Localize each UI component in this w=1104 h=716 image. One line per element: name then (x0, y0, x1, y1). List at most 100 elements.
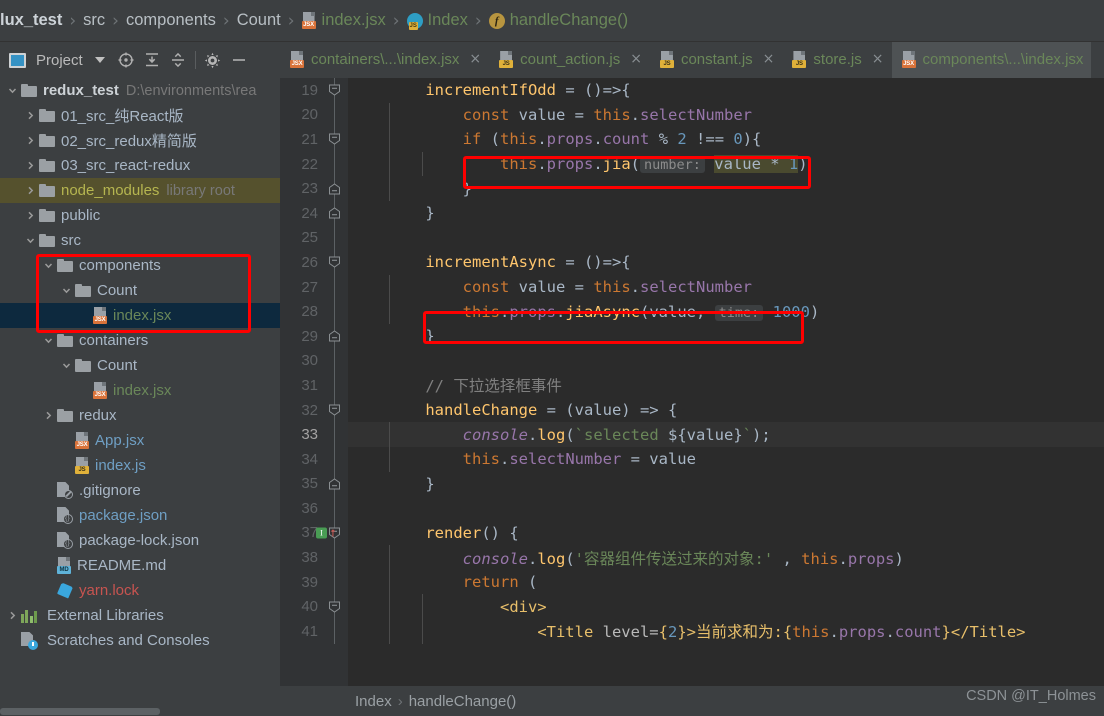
editor-tab[interactable]: JS count_action.js × (489, 42, 650, 78)
code-text[interactable]: this.props.jiaAsync(value, time: 1000) (348, 299, 1104, 324)
chevron-down-icon[interactable] (42, 334, 55, 347)
code-line[interactable]: 29 } (280, 323, 1104, 349)
code-line[interactable]: 34 this.selectNumber = value (280, 446, 1104, 472)
code-line[interactable]: 28 this.props.jiaAsync(value, time: 1000… (280, 299, 1104, 324)
nav-item[interactable]: handleChange() (409, 693, 517, 710)
code-text[interactable]: return ( (348, 569, 1104, 595)
tree-row[interactable]: containers (0, 328, 280, 353)
fold-collapse-icon[interactable] (328, 600, 341, 613)
code-text[interactable]: this.selectNumber = value (348, 446, 1104, 472)
code-line[interactable]: 26 incrementAsync = ()=>{ (280, 250, 1104, 275)
tree-row[interactable]: JS index.js (0, 453, 280, 478)
code-text[interactable]: // 下拉选择框事件 (348, 373, 1104, 398)
code-text[interactable]: handleChange = (value) => { (348, 398, 1104, 423)
override-method-marker[interactable]: I ↑ (316, 526, 337, 539)
tree-row[interactable]: Count (0, 353, 280, 378)
code-text[interactable]: } (348, 176, 1104, 201)
code-line[interactable]: 25 (280, 225, 1104, 251)
code-text[interactable]: } (348, 472, 1104, 497)
fold-collapse-icon[interactable] (328, 256, 341, 269)
chevron-right-icon[interactable] (24, 209, 37, 222)
tree-row[interactable]: 01_src_纯React版 (0, 103, 280, 128)
project-window-icon[interactable] (4, 47, 30, 73)
code-text[interactable]: this.props.jia(number: value * 1) (348, 151, 1104, 177)
chevron-down-icon[interactable] (60, 359, 73, 372)
code-line[interactable]: 40 <div> (280, 594, 1104, 620)
code-text[interactable]: console.log(`selected ${value}`); (348, 422, 1104, 447)
gear-icon[interactable] (200, 47, 226, 73)
code-text[interactable]: const value = this.selectNumber (348, 274, 1104, 300)
breadcrumb-item[interactable]: f handleChange() (488, 0, 628, 42)
close-icon[interactable]: × (872, 51, 884, 67)
tree-row[interactable]: node_modules library root (0, 178, 280, 203)
code-text[interactable] (348, 349, 1104, 374)
code-text[interactable]: render() { (348, 521, 1104, 546)
code-text[interactable]: <Title level={2}>当前求和为:{this.props.count… (348, 619, 1104, 644)
editor-tab[interactable]: JSX containers\...\index.jsx × (280, 42, 489, 78)
chevron-down-icon[interactable] (42, 259, 55, 272)
chevron-down-icon[interactable] (24, 234, 37, 247)
fold-end-icon[interactable] (328, 330, 341, 343)
tree-row[interactable]: package.json (0, 503, 280, 528)
code-text[interactable] (348, 496, 1104, 521)
tree-row[interactable]: JSX index.jsx (0, 303, 280, 328)
code-text[interactable]: <div> (348, 594, 1104, 620)
code-line[interactable]: 31 // 下拉选择框事件 (280, 373, 1104, 398)
code-line[interactable]: 39 return ( (280, 569, 1104, 595)
code-text[interactable]: const value = this.selectNumber (348, 102, 1104, 128)
code-line[interactable]: 30 (280, 348, 1104, 374)
breadcrumb-item[interactable]: lux_test (0, 0, 62, 42)
code-lines[interactable]: 19 incrementIfOdd = ()=>{20 const value … (280, 78, 1104, 686)
expand-all-icon[interactable] (139, 47, 165, 73)
breadcrumb-item[interactable]: src (83, 0, 105, 42)
locate-icon[interactable] (113, 47, 139, 73)
chevron-right-icon[interactable] (42, 409, 55, 422)
fold-collapse-icon[interactable] (328, 84, 341, 97)
code-line[interactable]: 20 const value = this.selectNumber (280, 102, 1104, 128)
hide-panel-icon[interactable] (226, 47, 252, 73)
editor-tab[interactable]: JS constant.js × (650, 42, 782, 78)
breadcrumb-item[interactable]: components (126, 0, 216, 42)
code-line[interactable]: 24 } (280, 200, 1104, 226)
chevron-right-icon[interactable] (6, 609, 19, 622)
tree-row[interactable]: components (0, 253, 280, 278)
code-editor[interactable]: 19 incrementIfOdd = ()=>{20 const value … (280, 78, 1104, 686)
fold-collapse-icon[interactable] (328, 404, 341, 417)
tree-row[interactable]: 02_src_redux精简版 (0, 128, 280, 153)
editor-tab[interactable]: JS store.js × (782, 42, 891, 78)
code-line[interactable]: 32 handleChange = (value) => { (280, 397, 1104, 423)
tree-row[interactable]: MD README.md (0, 553, 280, 578)
code-line[interactable]: 38 console.log('容器组件传送过来的对象:' , this.pro… (280, 545, 1104, 570)
tree-row[interactable]: JSX index.jsx (0, 378, 280, 403)
chevron-right-icon[interactable] (24, 159, 37, 172)
chevron-down-icon[interactable] (6, 84, 19, 97)
close-icon[interactable]: × (763, 51, 775, 67)
chevron-down-icon[interactable] (87, 47, 113, 73)
code-text[interactable]: } (348, 324, 1104, 349)
breadcrumb-item[interactable]: Count (237, 0, 281, 42)
code-line[interactable]: 23 } (280, 176, 1104, 201)
code-line[interactable]: 36 (280, 496, 1104, 521)
fold-end-icon[interactable] (328, 182, 341, 195)
tree-row[interactable]: JSX App.jsx (0, 428, 280, 453)
code-line[interactable]: 19 incrementIfOdd = ()=>{ (280, 78, 1104, 103)
code-text[interactable]: } (348, 201, 1104, 226)
chevron-down-icon[interactable] (60, 284, 73, 297)
breadcrumb-item[interactable]: Index (406, 0, 468, 42)
code-line[interactable]: 33 console.log(`selected ${value}`); (280, 422, 1104, 447)
project-panel-title[interactable]: Project (36, 52, 83, 69)
tree-row[interactable]: package-lock.json (0, 528, 280, 553)
nav-item[interactable]: Index (355, 693, 392, 710)
code-line[interactable]: 35 } (280, 471, 1104, 497)
tree-row[interactable]: Count (0, 278, 280, 303)
code-text[interactable]: incrementAsync = ()=>{ (348, 250, 1104, 275)
tree-row[interactable]: yarn.lock (0, 578, 280, 603)
horizontal-scrollbar[interactable] (0, 708, 160, 715)
tree-row[interactable]: .gitignore (0, 478, 280, 503)
code-line[interactable]: 27 const value = this.selectNumber (280, 274, 1104, 300)
code-text[interactable] (348, 226, 1104, 251)
tree-row[interactable]: src (0, 228, 280, 253)
chevron-right-icon[interactable] (24, 134, 37, 147)
code-line[interactable]: 37 render() {I ↑ (280, 520, 1104, 546)
code-text[interactable]: incrementIfOdd = ()=>{ (348, 78, 1104, 103)
